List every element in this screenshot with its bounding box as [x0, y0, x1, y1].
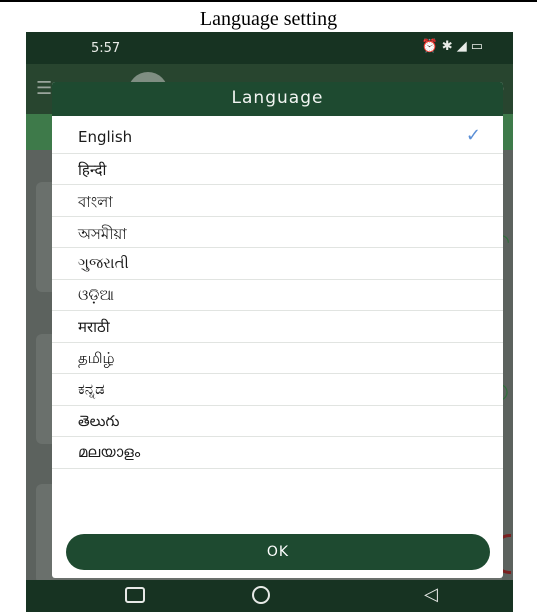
language-list: English ✓ हिन्दी বাংলা অসমীয়া ગુજરાતી ଓ…: [52, 122, 503, 469]
language-option-gujarati[interactable]: ગુજરાતી: [52, 248, 503, 280]
language-label: తెలుగు: [78, 411, 120, 430]
checkmark-icon: ✓: [465, 125, 481, 146]
battery-icon: ▭: [470, 39, 487, 54]
language-label: ગુજરાતી: [78, 254, 129, 272]
language-label: English: [78, 128, 133, 146]
language-option-hindi[interactable]: हिन्दी: [52, 154, 503, 185]
language-option-english[interactable]: English ✓: [52, 122, 503, 154]
language-option-odia[interactable]: ଓଡ଼ିଆ: [52, 280, 503, 311]
language-label: ಕನ್ನಡ: [78, 380, 105, 398]
alarm-icon: ⏰: [421, 39, 442, 54]
language-option-telugu[interactable]: తెలుగు: [52, 406, 503, 437]
status-icons: ⏰✱◢▭: [422, 39, 487, 54]
signal-icon: ◢: [456, 39, 471, 54]
recents-icon[interactable]: [125, 587, 145, 603]
language-label: ଓଡ଼ିଆ: [78, 285, 114, 304]
status-time: 5:57: [91, 41, 121, 56]
language-label: മലയാളം: [78, 443, 141, 461]
figure-caption: Language setting: [0, 0, 537, 32]
language-label: বাংলা: [78, 193, 113, 211]
bluetooth-icon: ✱: [441, 39, 457, 54]
language-label: हिन्दी: [78, 160, 107, 179]
back-icon[interactable]: ◁: [424, 584, 438, 605]
ok-button[interactable]: OK: [66, 534, 490, 570]
language-option-marathi[interactable]: मराठी: [52, 311, 503, 343]
status-bar: 5:57 ⏰✱◢▭: [26, 32, 513, 64]
language-option-assamese[interactable]: অসমীয়া: [52, 217, 503, 248]
language-option-bengali[interactable]: বাংলা: [52, 185, 503, 217]
language-option-kannada[interactable]: ಕನ್ನಡ: [52, 374, 503, 406]
menu-icon: ☰: [36, 78, 53, 99]
language-dialog: Language English ✓ हिन्दी বাংলা অসমীয়া …: [52, 82, 503, 578]
phone-screen: 5:57 ⏰✱◢▭ ☰ ⊕ ◝ ◐ Language English ✓ हिन…: [26, 32, 513, 612]
language-option-malayalam[interactable]: മലയാളം: [52, 437, 503, 469]
language-option-tamil[interactable]: தமிழ்: [52, 343, 503, 374]
language-label: অসমীয়া: [78, 224, 127, 243]
navigation-bar: ◁: [26, 580, 513, 612]
home-icon[interactable]: [252, 586, 270, 604]
language-label: தமிழ்: [78, 348, 115, 367]
dialog-header: Language: [52, 82, 503, 116]
caption-text: Language setting: [199, 8, 338, 30]
language-label: मराठी: [78, 318, 110, 336]
dialog-title: Language: [231, 88, 324, 108]
